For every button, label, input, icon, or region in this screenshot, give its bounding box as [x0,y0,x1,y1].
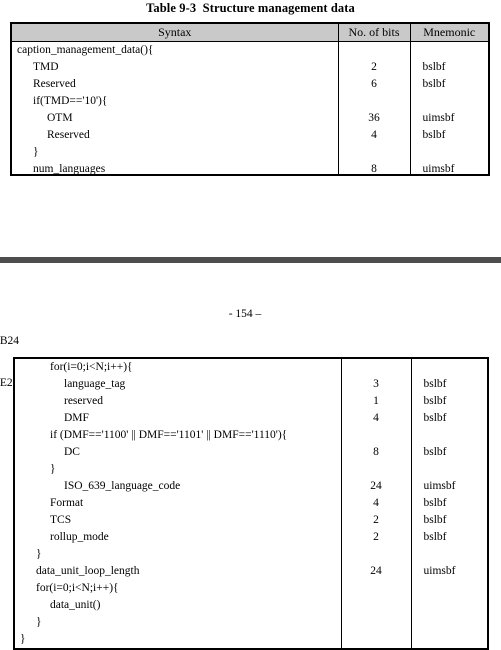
mnemonic-value [411,144,489,161]
column-header-syntax: Syntax [10,22,339,42]
page-footer: -B24 -E2 - 154 – [0,306,501,389]
syntax-line: TMD [33,61,59,73]
bits-value [339,144,410,161]
bits-value: 2 [373,531,379,543]
syntax-line: } [33,146,39,158]
mnemonic-value: bslbf [423,497,447,509]
mnemonic-value [412,614,488,631]
bits-value: 1 [373,395,379,407]
syntax-line: Reserved [33,78,76,90]
syntax-line: DC [64,446,80,458]
bits-value: 8 [371,163,377,174]
mnemonic-value: uimsbf [423,480,456,492]
mnemonic-value: bslbf [423,378,447,390]
mnemonic-value: bslbf [422,61,446,73]
bits-value: 24 [370,565,382,577]
mnemonic-value [412,546,488,563]
structure-management-table-bottom: for(i=0;i<N;i++){ language_tag reserved … [13,357,489,650]
bits-value: 24 [370,480,382,492]
mnemonic-value [412,461,488,478]
syntax-line: DMF [64,412,89,424]
syntax-line: TCS [50,514,72,526]
page-number: - 154 – [228,308,262,320]
syntax-line: language_tag [64,378,126,390]
mnemonic-value: bslbf [423,514,447,526]
syntax-line: } [36,548,42,560]
bits-value: 2 [373,514,379,526]
bits-value: 8 [373,446,379,458]
table-body: for(i=0;i<N;i++){ language_tag reserved … [13,357,489,650]
mnemonic-value [412,359,488,376]
bits-value: 4 [373,497,379,509]
syntax-line: if (DMF=='1100' || DMF=='1101' || DMF=='… [50,429,288,441]
mnemonic-value: bslbf [422,78,446,90]
syntax-line: data_unit() [50,599,101,611]
syntax-line: } [36,616,42,628]
table-header-row: Syntax No. of bits Mnemonic [10,22,490,42]
structure-management-table-top: Syntax No. of bits Mnemonic caption_mana… [10,22,490,176]
syntax-column: for(i=0;i<N;i++){ language_tag reserved … [13,357,342,650]
syntax-line: for(i=0;i<N;i++){ [36,582,119,594]
mnemonic-value [412,580,488,597]
bits-value [342,427,411,444]
bits-value [342,461,411,478]
syntax-column: caption_management_data(){ TMD Reserved … [10,41,339,176]
mnemonic-value: bslbf [423,412,447,424]
mnemonic-value: bslbf [423,446,447,458]
page-break-separator [0,257,501,263]
mnemonic-value: uimsbf [422,163,455,174]
bits-value [339,93,410,110]
column-header-mnemonic: Mnemonic [409,22,490,42]
mnemonic-value: bslbf [423,531,447,543]
bits-value [342,597,411,614]
mnemonic-value [412,427,488,444]
bits-value [342,614,411,631]
syntax-line: reserved [64,395,103,407]
bits-value: 3 [373,378,379,390]
mnemonic-value [412,597,488,614]
bits-value [342,580,411,597]
syntax-line: Format [50,497,84,509]
bits-value [339,42,410,59]
bits-value: 2 [371,61,377,73]
bits-value [342,546,411,563]
syntax-line: Reserved [47,129,90,141]
syntax-line: } [50,463,56,475]
syntax-line: caption_management_data(){ [17,44,154,56]
mnemonic-column: bslbf bslbf bslbf bslbf uimsbf bslbf bsl… [410,357,489,650]
mnemonic-value: uimsbf [423,565,456,577]
mnemonic-value: bslbf [422,129,446,141]
syntax-line: for(i=0;i<N;i++){ [50,361,133,373]
bits-value [342,359,411,376]
syntax-line: data_unit_loop_length [36,565,140,577]
mnemonic-value [412,631,488,648]
mnemonic-column: bslbf bslbf uimsbf bslbf uimsbf [409,41,490,176]
syntax-line: num_languages [33,163,106,174]
syntax-line: OTM [47,112,73,124]
syntax-line: if(TMD=='10'){ [33,95,108,107]
syntax-line: } [20,633,26,645]
bits-column: 2 6 36 4 8 [337,41,411,176]
syntax-line: ISO_639_language_code [64,480,181,492]
mnemonic-value: bslbf [423,395,447,407]
page-title: Table 9-3 Structure management data [146,1,355,15]
footer-left-line-1: -B24 [0,335,19,347]
syntax-line: rollup_mode [50,531,109,543]
bits-value: 4 [371,129,377,141]
bits-value: 36 [368,112,380,124]
bits-value: 4 [373,412,379,424]
mnemonic-value [411,93,489,110]
table-body: caption_management_data(){ TMD Reserved … [10,41,490,176]
bits-column: 3 1 4 8 24 4 2 2 24 [340,357,412,650]
bits-value: 6 [371,78,377,90]
mnemonic-value [411,42,489,59]
mnemonic-value: uimsbf [422,112,455,124]
column-header-bits: No. of bits [337,22,411,42]
bits-value [342,631,411,648]
